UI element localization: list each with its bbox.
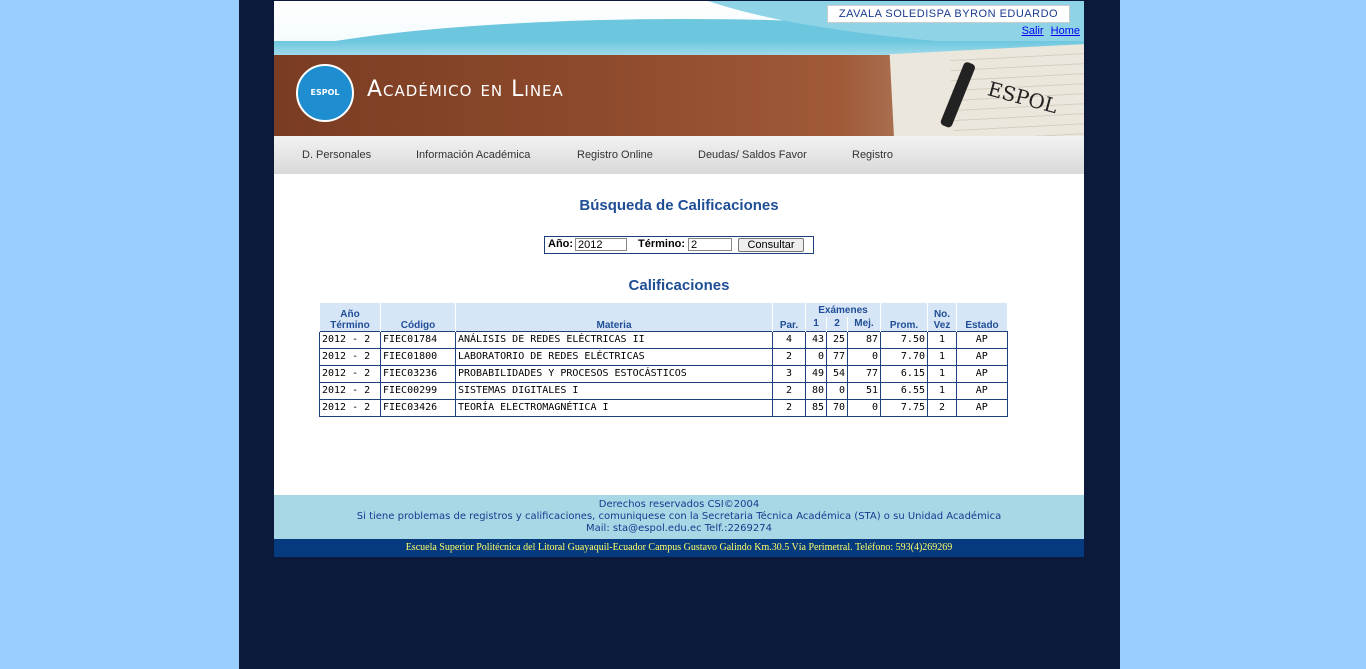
col-exams: Exámenes	[805, 303, 881, 317]
cell-year-term: 2012 - 2	[319, 364, 381, 383]
cell-exam-1: 0	[805, 347, 827, 366]
cell-year-term: 2012 - 2	[319, 330, 381, 349]
top-links: Salir Home	[1018, 25, 1080, 37]
cell-code: FIEC01800	[380, 347, 456, 366]
cell-exam-2: 0	[826, 381, 848, 400]
cell-exam-1: 49	[805, 364, 827, 383]
cell-avg: 7.75	[880, 398, 928, 417]
col-avg: Prom.	[880, 303, 928, 331]
cell-subject: TEORÍA ELECTROMAGNÉTICA I	[455, 398, 773, 417]
col-subject: Materia	[455, 303, 773, 331]
col-times: No. Vez	[927, 303, 957, 331]
header-band: ZAVALA SOLEDISPA BYRON EDUARDO Salir Hom…	[274, 1, 1084, 41]
term-input[interactable]	[688, 238, 732, 251]
cell-status: AP	[956, 381, 1008, 400]
cell-times: 1	[927, 364, 957, 383]
cell-par: 3	[772, 364, 806, 383]
search-title: Búsqueda de Calificaciones	[579, 197, 779, 214]
cell-avg: 7.50	[880, 330, 928, 349]
notebook-image: ESPOL	[889, 43, 1084, 136]
cell-exam-1: 85	[805, 398, 827, 417]
cell-times: 1	[927, 330, 957, 349]
consult-button[interactable]: Consultar	[738, 238, 804, 252]
nav-item-academic-info[interactable]: Información Académica	[416, 149, 530, 161]
cell-par: 2	[772, 347, 806, 366]
table-row: 2012 - 2 FIEC00299 SISTEMAS DIGITALES I …	[319, 381, 1008, 400]
col-year-term: Año Término	[319, 303, 381, 331]
cell-times: 2	[927, 398, 957, 417]
col-par: Par.	[772, 303, 806, 331]
grades-table: Año Término Código Materia Par. Exámenes…	[319, 303, 1008, 417]
cell-subject: ANÁLISIS DE REDES ELÉCTRICAS II	[455, 330, 773, 349]
footer-contact: Mail: sta@espol.edu.ec Telf.:2269274	[586, 523, 772, 534]
cell-best: 0	[847, 347, 881, 366]
cell-avg: 6.55	[880, 381, 928, 400]
cell-status: AP	[956, 347, 1008, 366]
logo-text: ESPOL	[310, 88, 340, 97]
cell-best: 51	[847, 381, 881, 400]
footer-help-text: Si tiene problemas de registros y califi…	[356, 511, 1002, 522]
banner: ESPOL Académico en Linea ESPOL	[274, 41, 1084, 136]
search-form: Año: Término: Consultar	[544, 236, 814, 254]
grades-title: Calificaciones	[628, 277, 730, 294]
cell-avg: 7.70	[880, 347, 928, 366]
cell-year-term: 2012 - 2	[319, 347, 381, 366]
cell-times: 1	[927, 381, 957, 400]
cell-best: 87	[847, 330, 881, 349]
col-exam-2: 2	[826, 317, 848, 331]
cell-status: AP	[956, 364, 1008, 383]
nav-item-online-registration[interactable]: Registro Online	[577, 149, 653, 161]
cell-code: FIEC03426	[380, 398, 456, 417]
cell-times: 1	[927, 347, 957, 366]
cell-code: FIEC01784	[380, 330, 456, 349]
user-name: ZAVALA SOLEDISPA BYRON EDUARDO	[827, 5, 1070, 23]
nav-item-personal-data[interactable]: D. Personales	[302, 149, 371, 161]
cell-exam-2: 54	[826, 364, 848, 383]
table-row: 2012 - 2 FIEC01784 ANÁLISIS DE REDES ELÉ…	[319, 330, 1008, 349]
col-status: Estado	[956, 303, 1007, 331]
table-row: 2012 - 2 FIEC01800 LABORATORIO DE REDES …	[319, 347, 1008, 366]
cell-par: 2	[772, 398, 806, 417]
cell-avg: 6.15	[880, 364, 928, 383]
cell-best: 0	[847, 398, 881, 417]
col-exam-1: 1	[805, 317, 827, 331]
cell-code: FIEC00299	[380, 381, 456, 400]
nav-item-debts[interactable]: Deudas/ Saldos Favor	[698, 149, 807, 161]
term-label: Término:	[638, 238, 686, 250]
cell-code: FIEC03236	[380, 364, 456, 383]
col-code: Código	[380, 303, 456, 331]
cell-subject: LABORATORIO DE REDES ELÉCTRICAS	[455, 347, 773, 366]
cell-exam-2: 25	[826, 330, 848, 349]
cell-exam-2: 70	[826, 398, 848, 417]
year-label: Año:	[548, 238, 574, 250]
footer-copyright: Derechos reservados CSI©2004	[598, 499, 760, 510]
logout-link[interactable]: Salir	[1022, 25, 1044, 37]
year-input[interactable]	[575, 238, 627, 251]
cell-par: 2	[772, 381, 806, 400]
cell-exam-2: 77	[826, 347, 848, 366]
cell-year-term: 2012 - 2	[319, 381, 381, 400]
app-title: Académico en Linea	[367, 77, 564, 102]
espol-logo: ESPOL	[296, 64, 354, 122]
cell-exam-1: 80	[805, 381, 827, 400]
cell-status: AP	[956, 398, 1008, 417]
table-row: 2012 - 2 FIEC03426 TEORÍA ELECTROMAGNÉTI…	[319, 398, 1008, 417]
cell-subject: PROBABILIDADES Y PROCESOS ESTOCÁSTICOS	[455, 364, 773, 383]
cell-exam-1: 43	[805, 330, 827, 349]
main-page: ZAVALA SOLEDISPA BYRON EDUARDO Salir Hom…	[274, 1, 1084, 557]
home-link[interactable]: Home	[1051, 25, 1080, 37]
footer-address: Escuela Superior Politécnica del Litoral…	[274, 539, 1084, 557]
cell-status: AP	[956, 330, 1008, 349]
col-best: Mej.	[847, 317, 881, 331]
cell-subject: SISTEMAS DIGITALES I	[455, 381, 773, 400]
main-nav: D. Personales Información Académica Regi…	[274, 136, 1084, 174]
nav-item-registration[interactable]: Registro	[852, 149, 893, 161]
footer-info: Derechos reservados CSI©2004 Si tiene pr…	[274, 495, 1084, 539]
cell-best: 77	[847, 364, 881, 383]
cell-par: 4	[772, 330, 806, 349]
table-row: 2012 - 2 FIEC03236 PROBABILIDADES Y PROC…	[319, 364, 1008, 383]
cell-year-term: 2012 - 2	[319, 398, 381, 417]
